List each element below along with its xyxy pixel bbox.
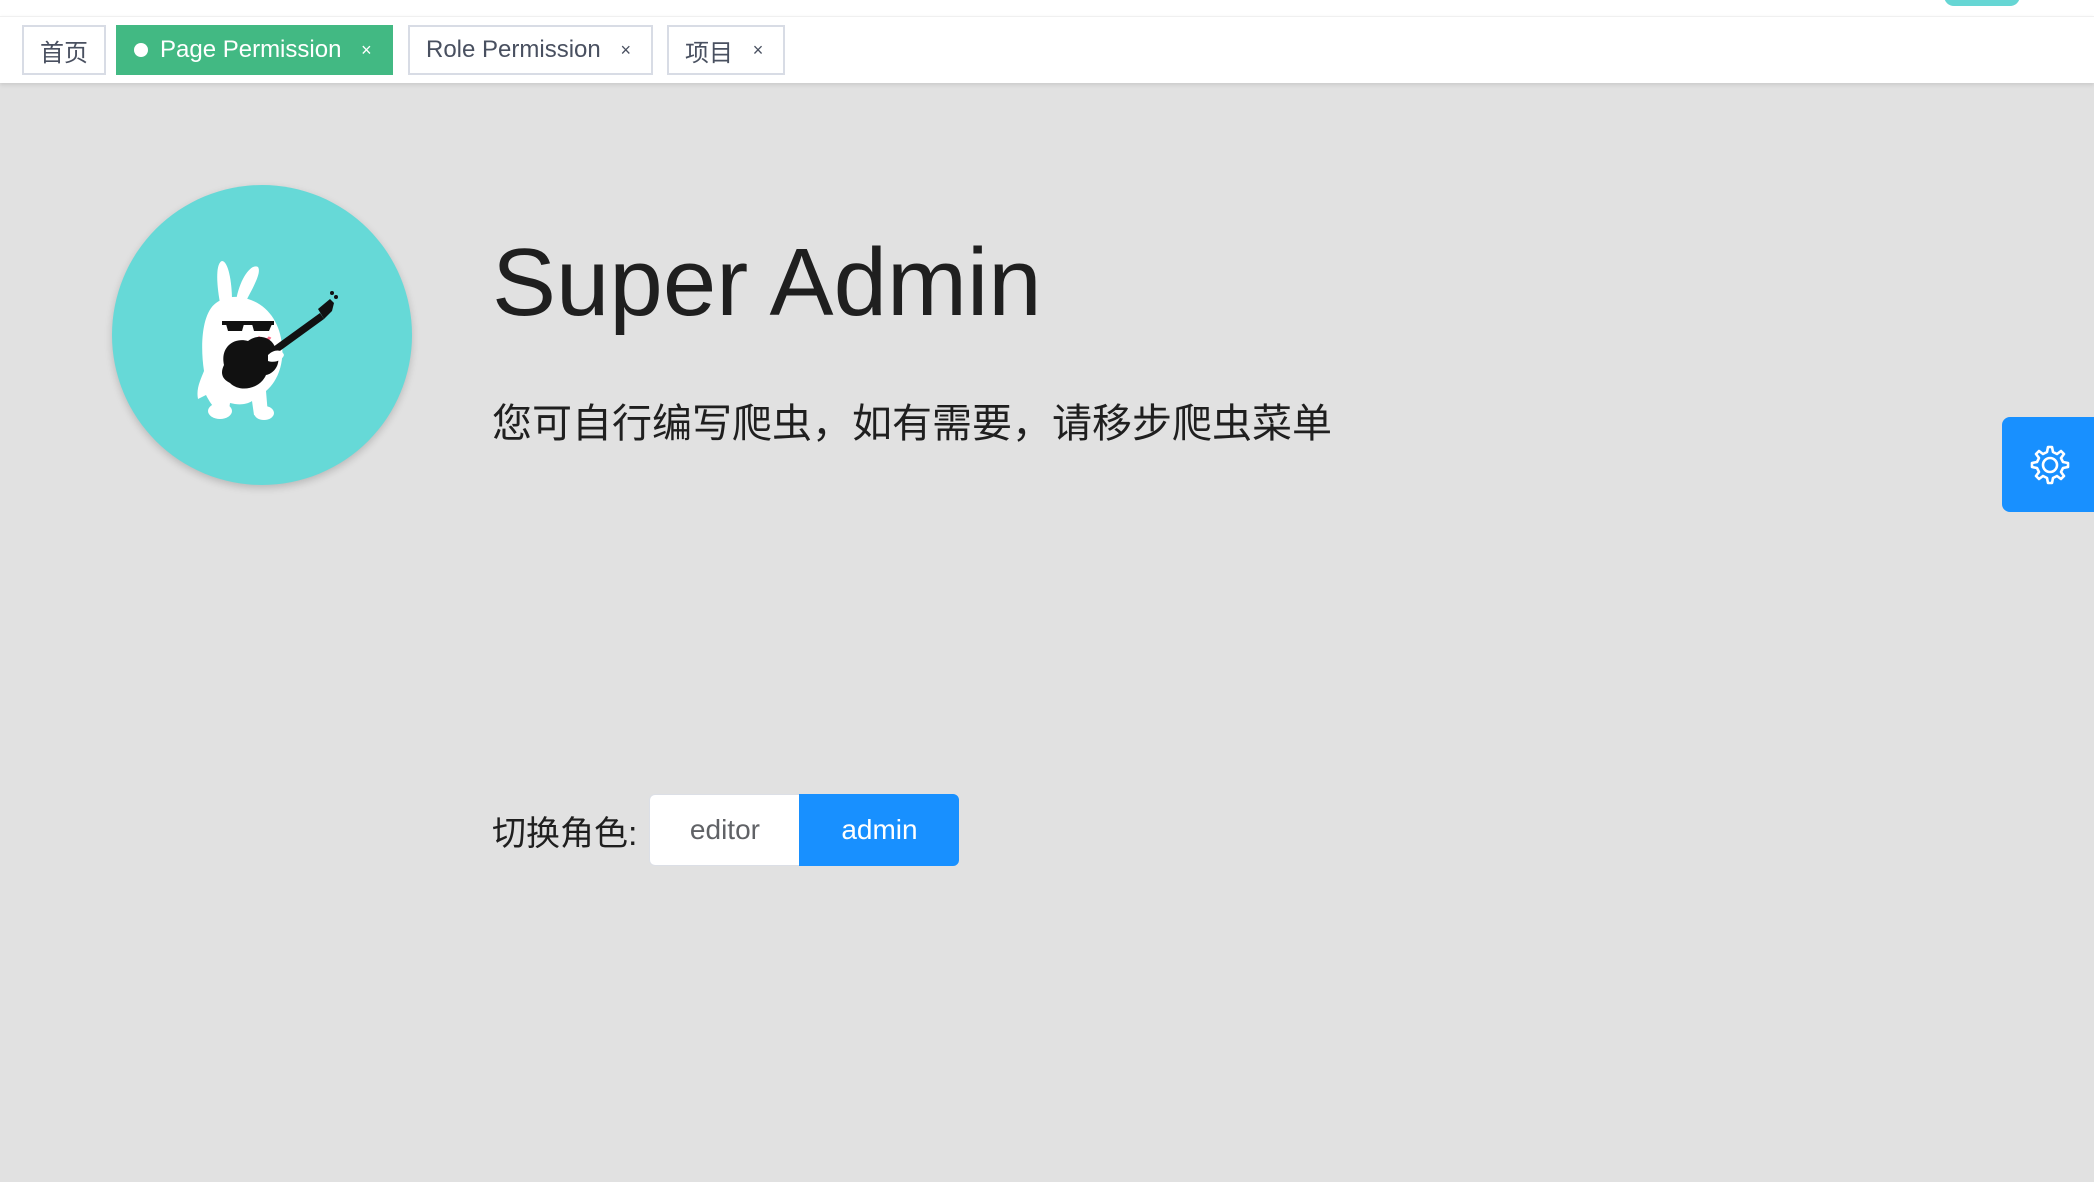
tag-label: Role Permission xyxy=(426,36,601,63)
gear-icon xyxy=(2030,445,2070,484)
role-option-editor[interactable]: editor xyxy=(649,794,800,866)
page-title: Super Admin xyxy=(492,229,1042,336)
role-radio-group: editor admin xyxy=(649,794,960,866)
role-switch: 切换角色: editor admin xyxy=(492,794,960,866)
role-option-admin[interactable]: admin xyxy=(799,794,960,866)
tag-project[interactable]: 项目 × xyxy=(667,25,785,75)
tag-label: Page Permission xyxy=(160,36,342,63)
dot-icon xyxy=(134,43,148,57)
page-description: 您可自行编写爬虫，如有需要，请移步爬虫菜单 xyxy=(492,402,1332,446)
close-icon[interactable]: × xyxy=(357,41,375,59)
navbar-pill[interactable] xyxy=(1944,0,2020,6)
page: 首页 Page Permission × Role Permission × 项… xyxy=(0,0,2094,1182)
tags-view: 首页 Page Permission × Role Permission × 项… xyxy=(0,16,2094,83)
tag-role-permission[interactable]: Role Permission × xyxy=(408,25,653,75)
navbar-strip xyxy=(0,0,2094,16)
avatar xyxy=(112,185,412,485)
close-icon[interactable]: × xyxy=(749,41,767,59)
role-switch-label: 切换角色: xyxy=(492,814,638,853)
tag-label: 项目 xyxy=(685,39,733,67)
tag-home[interactable]: 首页 xyxy=(22,25,106,75)
rabbit-guitar-icon xyxy=(197,261,338,420)
settings-button[interactable] xyxy=(2002,417,2094,512)
close-icon[interactable]: × xyxy=(617,41,635,59)
tag-page-permission[interactable]: Page Permission × xyxy=(116,25,394,75)
tag-label: 首页 xyxy=(40,39,88,67)
